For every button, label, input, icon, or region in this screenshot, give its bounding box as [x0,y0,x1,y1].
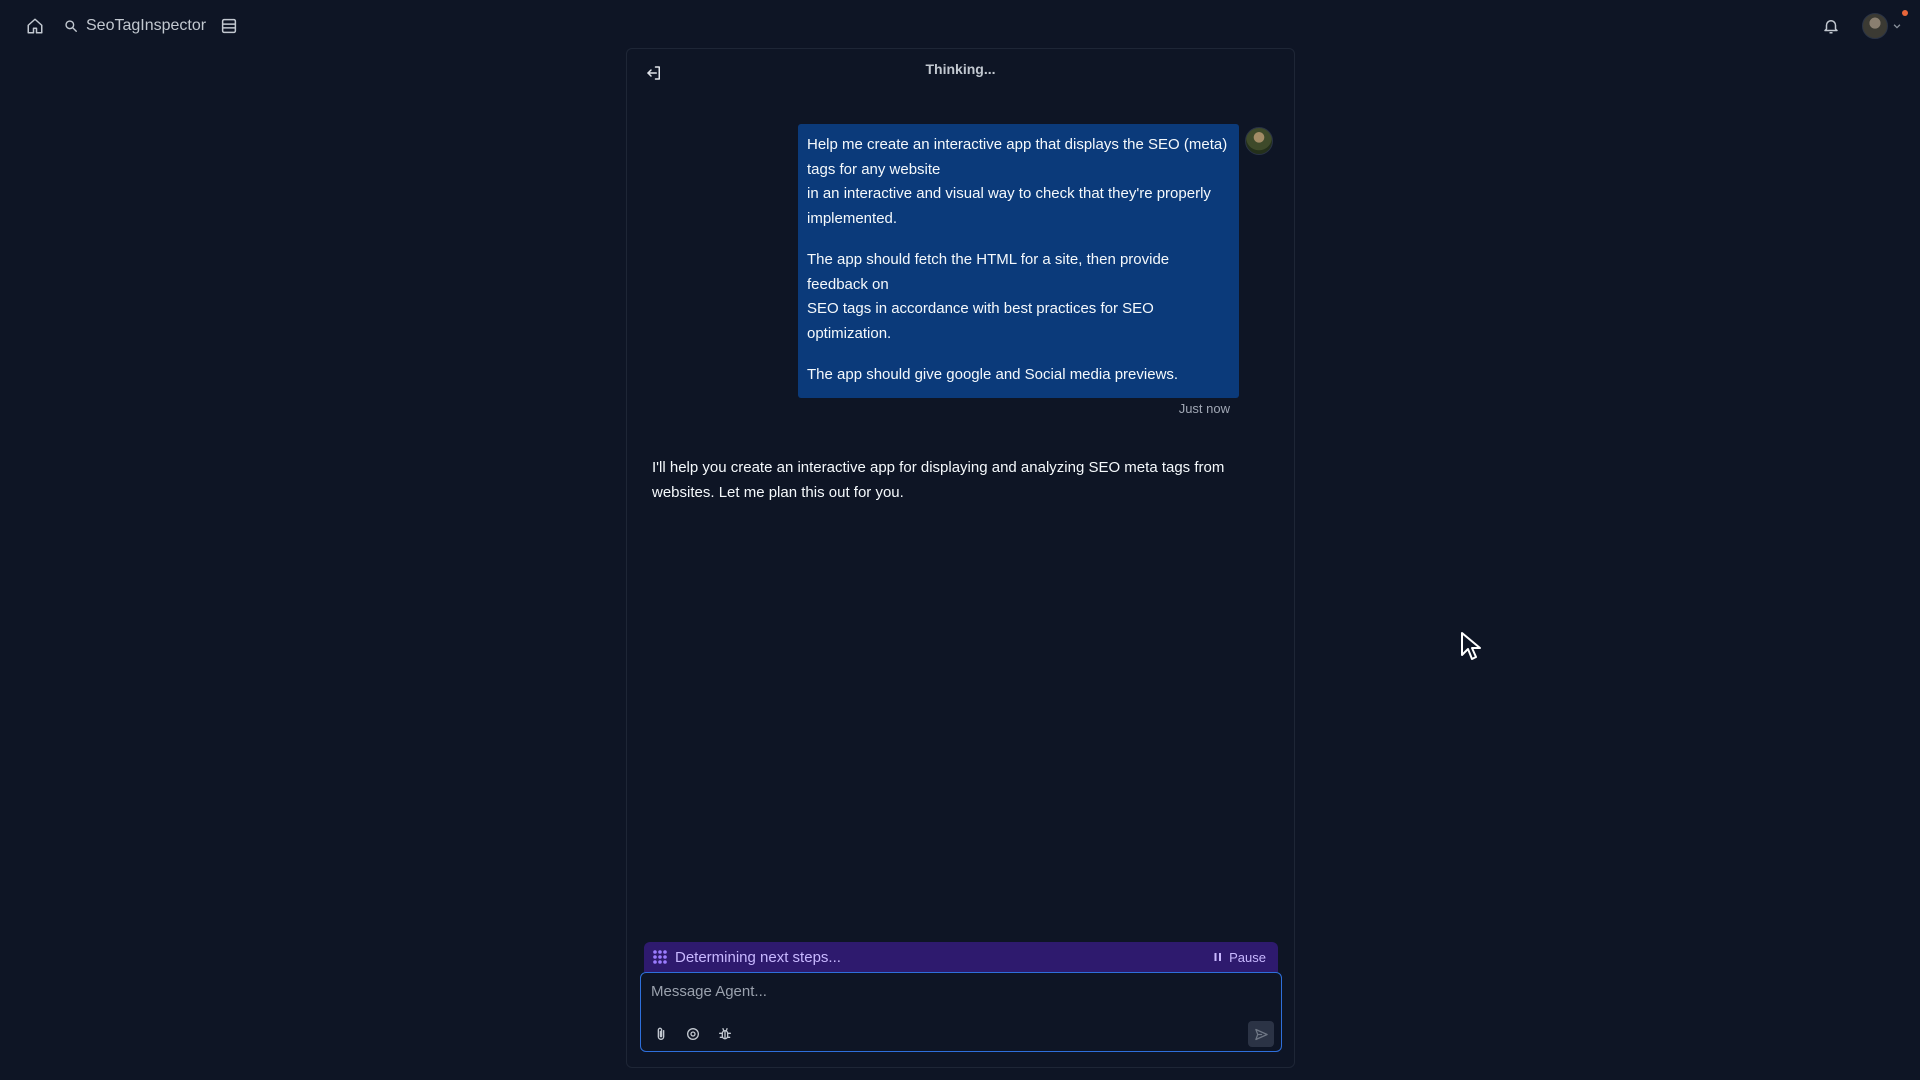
send-button[interactable] [1248,1021,1274,1047]
panel-header: Thinking... [627,49,1294,89]
user-message-paragraph: The app should give google and Social me… [807,366,1179,383]
bell-icon [1824,20,1838,34]
notification-dot [1902,10,1908,16]
account-menu[interactable] [1862,10,1908,39]
app-name-button[interactable]: SeoTagInspector [58,13,212,39]
user-message: Help me create an interactive app that d… [798,124,1239,398]
pause-button[interactable]: Pause [1210,948,1270,967]
target-icon [687,1028,699,1040]
search-icon [65,20,77,32]
top-bar: SeoTagInspector [0,0,1920,52]
layout-button[interactable] [212,9,246,43]
user-avatar [1245,127,1273,155]
attach-button[interactable] [649,1022,673,1046]
mouse-cursor-icon [1461,632,1481,660]
send-icon [1254,1028,1268,1040]
exit-panel-icon [647,66,660,80]
bug-icon [719,1028,731,1040]
grid-dots-icon [653,950,667,964]
layout-icon [221,18,237,34]
avatar [1862,13,1888,39]
composer-tools [649,1022,737,1046]
user-message-paragraph: Help me create an interactive app that d… [807,136,1228,227]
thinking-status: Thinking... [925,61,996,77]
message-timestamp: Just now [1178,401,1230,416]
collapse-panel-button[interactable] [637,56,671,90]
paperclip-icon [657,1027,665,1040]
message-input[interactable] [651,983,1251,1013]
agent-message: I'll help you create an interactive app … [652,459,1225,501]
debug-button[interactable] [713,1022,737,1046]
agent-status-text: Determining next steps... [675,948,841,966]
pause-label: Pause [1229,949,1266,965]
user-message-paragraph: The app should fetch the HTML for a site… [807,251,1170,342]
home-icon [27,18,43,34]
app-name: SeoTagInspector [86,17,207,34]
notifications-button[interactable] [1814,9,1848,43]
chevron-down-icon [1893,24,1901,29]
agent-chat-panel: Thinking... Help me create an interactiv… [626,48,1295,1068]
target-button[interactable] [681,1022,705,1046]
home-button[interactable] [18,9,52,43]
pause-icon [1214,953,1222,961]
agent-status-bar: Determining next steps... Pause [644,942,1278,972]
message-composer [640,972,1282,1052]
